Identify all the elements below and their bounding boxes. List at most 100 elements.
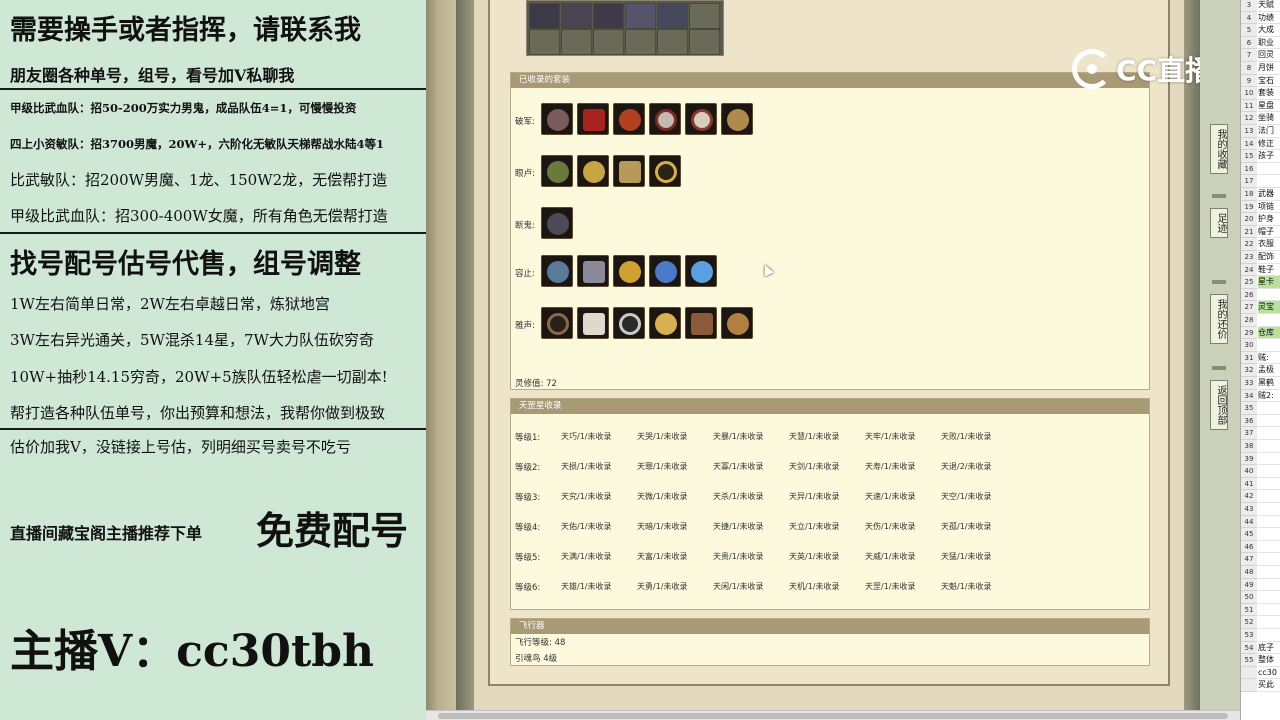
sheet-cell[interactable] <box>1258 465 1280 478</box>
sheet-cell[interactable] <box>1258 289 1280 302</box>
empty-cell <box>689 3 720 29</box>
sheet-cell[interactable]: 护身 <box>1258 213 1280 226</box>
sheet-cell[interactable]: 武器 <box>1258 188 1280 201</box>
sheet-cell[interactable]: 法门 <box>1258 125 1280 138</box>
sheet-cell[interactable] <box>1258 163 1280 176</box>
row-number: 18 <box>1241 188 1257 201</box>
back-to-top-button[interactable]: 返回顶部 <box>1210 380 1228 430</box>
mask-icon[interactable] <box>649 307 681 339</box>
sheet-cell[interactable]: 宝石 <box>1258 75 1280 88</box>
portrait-cell[interactable] <box>561 3 592 29</box>
sheet-cell[interactable]: 套装 <box>1258 87 1280 100</box>
coin-icon[interactable] <box>577 155 609 187</box>
divider <box>0 232 426 234</box>
horizontal-scrollbar[interactable] <box>426 710 1240 720</box>
sheet-cell[interactable] <box>1258 503 1280 516</box>
sheet-cell[interactable] <box>1258 604 1280 617</box>
my-bids-button[interactable]: 我的还价 <box>1210 294 1228 344</box>
bracelet-icon[interactable] <box>685 103 717 135</box>
sheet-cell[interactable] <box>1258 541 1280 554</box>
sheet-cell[interactable]: 星盘 <box>1258 100 1280 113</box>
sheet-cell[interactable] <box>1258 553 1280 566</box>
sheet-cell[interactable] <box>1258 591 1280 604</box>
row-number: 45 <box>1241 528 1257 541</box>
necklace-icon[interactable] <box>721 103 753 135</box>
sheet-cell[interactable]: 贼2: <box>1258 390 1280 403</box>
sheet-cell[interactable] <box>1258 175 1280 188</box>
sheet-cell[interactable] <box>1258 427 1280 440</box>
armor-icon[interactable] <box>541 207 573 239</box>
row-number: 54 <box>1241 641 1257 655</box>
sheet-cell[interactable] <box>1258 314 1280 327</box>
crown-icon[interactable] <box>685 255 717 287</box>
sheet-cell[interactable]: 功绩 <box>1258 12 1280 25</box>
scrollbar-thumb[interactable] <box>438 713 1228 719</box>
sheet-cell[interactable] <box>1258 402 1280 415</box>
armor-icon[interactable] <box>541 103 573 135</box>
sheet-cell[interactable] <box>1258 440 1280 453</box>
level-label: 等级3: <box>515 493 541 503</box>
sheet-cell[interactable] <box>1258 629 1280 642</box>
portrait-cell[interactable] <box>529 3 560 29</box>
bowl-icon[interactable] <box>613 255 645 287</box>
sheet-cell[interactable]: 衣服 <box>1258 238 1280 251</box>
figure-icon[interactable] <box>541 255 573 287</box>
sheet-cell[interactable]: 月饼 <box>1258 62 1280 75</box>
sheet-cell[interactable]: 项链 <box>1258 201 1280 214</box>
whip-icon[interactable] <box>541 307 573 339</box>
sheet-cell[interactable]: cc30 <box>1258 667 1280 680</box>
my-favorites-button[interactable]: 我的收藏 <box>1210 124 1228 174</box>
sheet-cell[interactable]: 帽子 <box>1258 226 1280 239</box>
sheet-cell[interactable]: 天赋 <box>1258 0 1280 12</box>
sheet-cell[interactable]: 底子 <box>1258 642 1280 655</box>
chain-icon[interactable] <box>613 307 645 339</box>
row-number: 36 <box>1241 414 1257 428</box>
sheet-cell[interactable]: 黑鹤 <box>1258 377 1280 390</box>
footprints-button[interactable]: 足迹 <box>1210 208 1228 238</box>
sheet-cell[interactable]: 灵宝 <box>1258 301 1280 314</box>
suit-icon[interactable] <box>577 307 609 339</box>
spirit-value: 灵修值: 72 <box>515 379 557 389</box>
sheet-cell[interactable]: 贼: <box>1258 352 1280 365</box>
ring-icon[interactable] <box>649 155 681 187</box>
pendant-icon[interactable] <box>721 307 753 339</box>
sheet-cell[interactable]: 大成 <box>1258 24 1280 37</box>
sheet-cell[interactable]: 星卡 <box>1258 276 1280 289</box>
amulet-icon[interactable] <box>541 155 573 187</box>
sheet-cell[interactable]: 买此 <box>1258 679 1280 692</box>
sheet-cell[interactable] <box>1258 579 1280 592</box>
sheet-cell[interactable]: 仓库 <box>1258 326 1280 340</box>
sheet-cell[interactable]: 职业 <box>1258 37 1280 50</box>
portrait-cell[interactable] <box>657 3 688 29</box>
row-number: 27 <box>1241 301 1257 314</box>
star-entry: 天牢/1/未收录 <box>865 432 916 441</box>
portrait-cell[interactable] <box>625 3 656 29</box>
leather-icon[interactable] <box>685 307 717 339</box>
sheet-cell[interactable] <box>1258 516 1280 529</box>
cloak-icon[interactable] <box>613 103 645 135</box>
sheet-cell[interactable]: 孩子 <box>1258 150 1280 163</box>
staff-icon[interactable] <box>577 255 609 287</box>
robe-icon[interactable] <box>577 103 609 135</box>
ring-icon[interactable] <box>649 103 681 135</box>
sheet-cell[interactable]: 修正 <box>1258 138 1280 151</box>
sheet-cell[interactable]: 孟极 <box>1258 364 1280 377</box>
sheet-cell[interactable] <box>1258 490 1280 503</box>
row-number: 55 <box>1241 654 1257 667</box>
sheet-cell[interactable] <box>1258 453 1280 466</box>
orb-icon[interactable] <box>649 255 681 287</box>
portrait-cell[interactable] <box>593 3 624 29</box>
sheet-cell[interactable] <box>1258 566 1280 579</box>
sheet-cell[interactable] <box>1258 478 1280 491</box>
sheet-cell[interactable] <box>1258 339 1280 352</box>
sheet-cell[interactable] <box>1258 528 1280 541</box>
sheet-cell[interactable]: 坐骑 <box>1258 112 1280 125</box>
sheet-cell[interactable] <box>1258 415 1280 428</box>
sheet-cell[interactable] <box>1258 616 1280 629</box>
sheet-cell[interactable]: 配饰 <box>1258 251 1280 264</box>
sheet-cell[interactable]: 鞋子 <box>1258 264 1280 277</box>
sheet-cell[interactable]: 回灵 <box>1258 49 1280 62</box>
row-number: 15 <box>1241 150 1257 163</box>
cloth-icon[interactable] <box>613 155 645 187</box>
sheet-cell[interactable]: 整体 <box>1258 654 1280 667</box>
